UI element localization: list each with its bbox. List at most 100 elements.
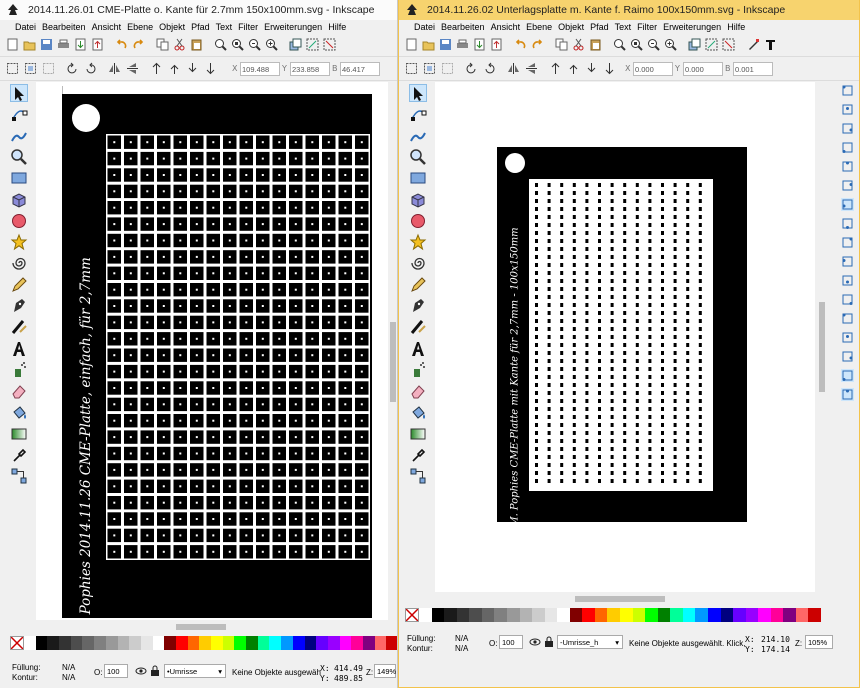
eraser-tool-icon[interactable] [409,382,427,400]
palette-swatch[interactable] [657,608,671,622]
opacity-field[interactable]: 100 [104,664,128,678]
tweak-tool-icon[interactable] [409,127,427,145]
undo-icon[interactable] [115,38,128,51]
snap-guide-icon[interactable] [841,388,854,401]
x-input[interactable] [240,62,280,76]
palette-swatch[interactable] [70,636,83,650]
palette-swatch[interactable] [164,636,176,650]
spiral-tool-icon[interactable] [10,254,28,272]
snap-rotation-icon[interactable] [841,331,854,344]
palette-swatch[interactable] [783,608,796,622]
snap-bbox-midpoint-icon[interactable] [841,160,854,173]
import-icon[interactable] [473,38,486,51]
zoom-selection-icon[interactable] [613,38,626,51]
palette-swatch[interactable] [582,608,595,622]
palette-swatch[interactable] [557,608,570,622]
print-icon[interactable] [456,38,469,51]
deselect-icon[interactable] [42,62,55,75]
select-tool-icon[interactable] [10,84,28,102]
menu-filter[interactable]: Filter [235,20,261,34]
menu-bearbeiten[interactable]: Bearbeiten [39,20,89,34]
rectangle-tool-icon[interactable] [10,169,28,187]
raise-to-top-icon[interactable] [150,62,163,75]
menu-erweiterungen[interactable]: Erweiterungen [660,20,724,34]
star-tool-icon[interactable] [10,233,28,251]
raise-icon[interactable] [567,62,580,75]
fill-stroke-icon[interactable] [747,38,760,51]
palette-swatch[interactable] [362,636,375,650]
snap-grid-icon[interactable] [841,369,854,382]
redo-icon[interactable] [132,38,145,51]
layer-dropdown[interactable]: -Umrisse_h ▾ [557,635,623,649]
palette-swatch[interactable] [339,636,352,650]
flip-horizontal-icon[interactable] [108,62,121,75]
pencil-tool-icon[interactable] [409,276,427,294]
zoom-selection-icon[interactable] [214,38,227,51]
palette-swatch[interactable] [246,636,258,650]
palette-swatch[interactable] [94,636,106,650]
snap-toggle-icon[interactable] [841,84,854,97]
rotate-ccw-icon[interactable] [465,62,478,75]
palette-swatch[interactable] [199,636,211,650]
spray-tool-icon[interactable] [10,361,28,379]
menu-ansicht[interactable]: Ansicht [89,20,125,34]
menu-objekt[interactable]: Objekt [555,20,587,34]
snap-cusp-icon[interactable] [841,255,854,268]
palette-swatch[interactable] [59,636,71,650]
palette-swatch[interactable] [469,608,482,622]
lower-icon[interactable] [186,62,199,75]
palette-swatch[interactable] [152,636,165,650]
palette-swatch[interactable] [594,608,608,622]
snap-midpoint-icon[interactable] [841,293,854,306]
snap-nodes-icon[interactable] [841,198,854,211]
pencil-tool-icon[interactable] [10,276,28,294]
palette-swatch[interactable] [431,608,445,622]
3d-box-tool-icon[interactable] [409,191,427,209]
clone-icon[interactable] [705,38,718,51]
lower-icon[interactable] [585,62,598,75]
duplicate-icon[interactable] [289,38,302,51]
snap-path-icon[interactable] [841,217,854,230]
eraser-tool-icon[interactable] [10,382,28,400]
calligraphy-tool-icon[interactable] [409,318,427,336]
zoom-field[interactable]: 149% [374,664,396,678]
snap-intersection-icon[interactable] [841,236,854,249]
lower-to-bottom-icon[interactable] [204,62,217,75]
select-all-layers-icon[interactable] [423,62,436,75]
unlink-clone-icon[interactable] [722,38,735,51]
palette-swatch[interactable] [419,608,432,622]
opacity-field[interactable]: 100 [499,635,523,649]
undo-icon[interactable] [514,38,527,51]
width-input[interactable] [733,62,773,76]
palette-swatch[interactable] [720,608,734,622]
palette-swatch[interactable] [327,636,340,650]
copy-icon[interactable] [555,38,568,51]
rotate-ccw-icon[interactable] [66,62,79,75]
duplicate-icon[interactable] [688,38,701,51]
snap-smooth-icon[interactable] [841,274,854,287]
zoom-page-icon[interactable] [647,38,660,51]
left-vertical-scrollbar[interactable] [388,82,397,620]
zoom-drawing-icon[interactable] [231,38,244,51]
right-titlebar[interactable]: 2014.11.26.02 Unterlagsplatte m. Kante f… [399,0,859,20]
palette-swatch[interactable] [569,608,583,622]
menu-erweiterungen[interactable]: Erweiterungen [261,20,325,34]
snap-bbox-center-icon[interactable] [841,179,854,192]
palette-swatch[interactable] [35,636,48,650]
export-icon[interactable] [490,38,503,51]
pen-tool-icon[interactable] [409,297,427,315]
palette-swatch[interactable] [257,636,270,650]
left-horizontal-scrollbar[interactable] [36,622,388,632]
gradient-tool-icon[interactable] [10,425,28,443]
text-tool-icon[interactable] [409,340,427,358]
new-document-icon[interactable] [405,38,418,51]
palette-swatch[interactable] [117,636,130,650]
open-folder-icon[interactable] [23,38,36,51]
lock-icon[interactable] [150,665,160,677]
palette-swatch[interactable] [386,636,397,650]
palette-swatch[interactable] [187,636,200,650]
palette-swatch[interactable] [82,636,95,650]
palette-swatch[interactable] [222,636,235,650]
width-input[interactable] [340,62,380,76]
left-titlebar[interactable]: 2014.11.26.01 CME-Platte o. Kante für 2.… [0,0,397,20]
